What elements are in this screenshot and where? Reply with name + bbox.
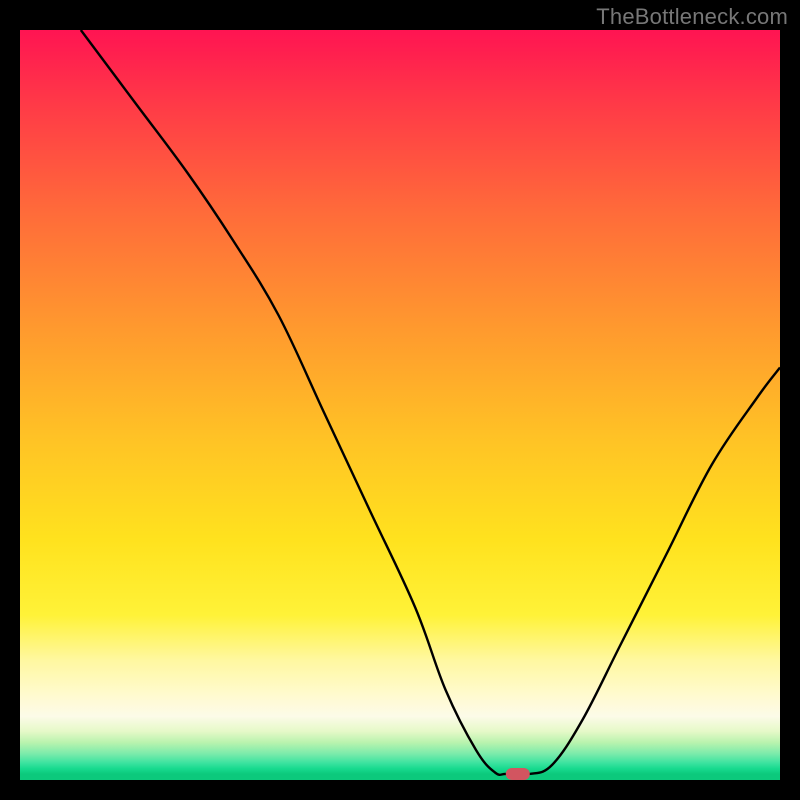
plot-area bbox=[20, 30, 780, 780]
chart-frame: TheBottleneck.com bbox=[0, 0, 800, 800]
bottleneck-curve bbox=[81, 30, 780, 775]
watermark-text: TheBottleneck.com bbox=[596, 4, 788, 30]
curve-layer bbox=[20, 30, 780, 780]
bottleneck-marker bbox=[506, 768, 530, 780]
